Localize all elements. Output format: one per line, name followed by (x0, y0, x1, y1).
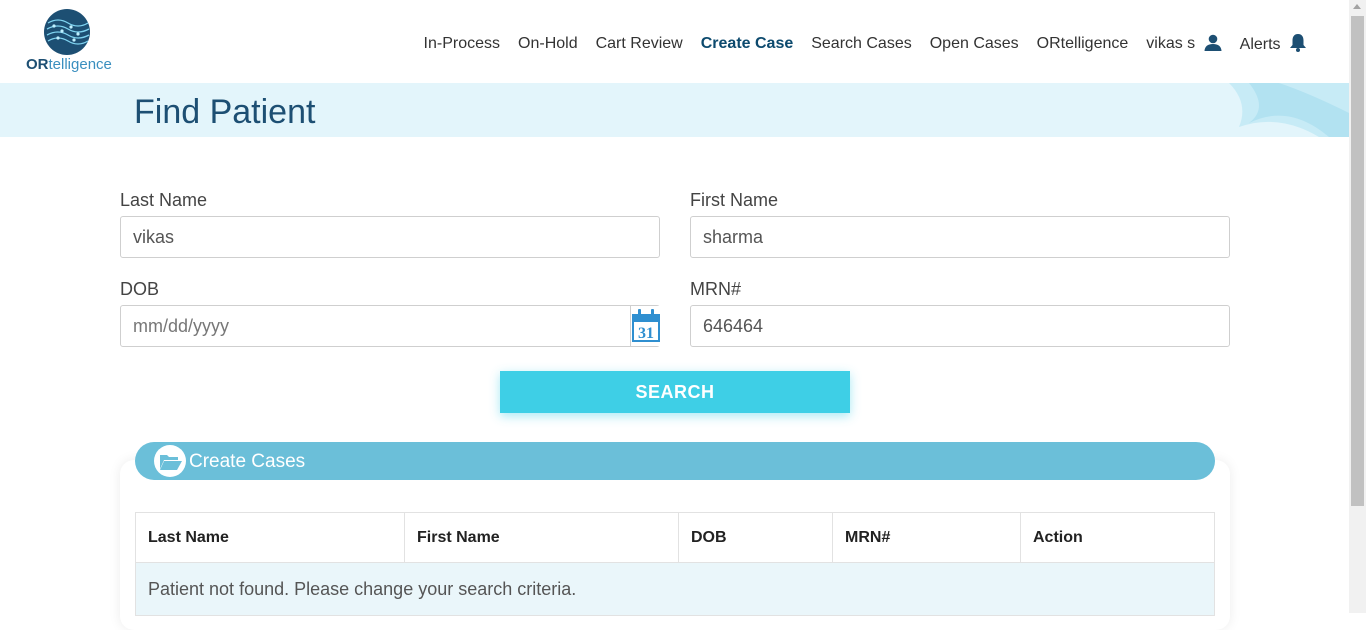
nav-cart-review[interactable]: Cart Review (596, 35, 683, 53)
search-button[interactable]: SEARCH (500, 371, 850, 413)
cases-table: Last Name First Name DOB MRN# Action Pat… (135, 512, 1215, 616)
col-action: Action (1020, 512, 1215, 563)
mrn-input[interactable]: 646464 (690, 305, 1230, 347)
nav-open-cases[interactable]: Open Cases (930, 35, 1019, 53)
create-cases-title: Create Cases (189, 451, 306, 472)
alerts-label: Alerts (1239, 36, 1281, 53)
calendar-icon: 31 (632, 309, 660, 342)
scrollbar-thumb[interactable] (1351, 16, 1364, 506)
user-menu[interactable]: vikas s (1146, 34, 1222, 53)
logo-text: ORtelligence (26, 56, 112, 73)
nav-on-hold[interactable]: On-Hold (518, 35, 578, 53)
decorative-wave-icon (1229, 83, 1349, 137)
nav-ortelligence[interactable]: ORtelligence (1037, 35, 1129, 53)
dob-label: DOB (120, 279, 160, 299)
ortelligence-logo[interactable]: ORtelligence (26, 9, 112, 75)
top-header: ORtelligence In-Process On-Hold Cart Rev… (0, 0, 1349, 83)
bell-icon (1290, 34, 1306, 52)
folder-open-icon (154, 445, 186, 477)
create-cases-header: Create Cases (135, 442, 1215, 480)
mrn-label: MRN# (690, 279, 742, 299)
svg-text:31: 31 (638, 325, 654, 342)
col-dob[interactable]: DOB (678, 512, 833, 563)
user-name: vikas s (1146, 35, 1196, 52)
col-mrn[interactable]: MRN# (832, 512, 1021, 563)
col-last-name[interactable]: Last Name (135, 512, 405, 563)
scroll-up-icon[interactable] (1353, 4, 1361, 9)
table-row: Patient not found. Please change your se… (135, 562, 1215, 616)
dob-input[interactable]: mm/dd/yyyy (120, 305, 660, 347)
table-header-row: Last Name First Name DOB MRN# Action (135, 512, 1215, 563)
logo-mark-icon (44, 9, 90, 55)
empty-message: Patient not found. Please change your se… (135, 562, 1215, 616)
last-name-label: Last Name (120, 190, 208, 210)
page-title: Find Patient (134, 93, 316, 131)
main-nav: In-Process On-Hold Cart Review Create Ca… (424, 33, 1307, 54)
alerts-menu[interactable]: Alerts (1240, 33, 1307, 54)
calendar-button[interactable]: 31 (630, 306, 661, 346)
first-name-input[interactable]: sharma (690, 216, 1230, 258)
nav-search-cases[interactable]: Search Cases (811, 35, 912, 53)
first-name-label: First Name (690, 190, 779, 210)
col-first-name[interactable]: First Name (404, 512, 679, 563)
page-scrollbar[interactable] (1349, 0, 1366, 613)
page-title-band: Find Patient (0, 83, 1349, 137)
nav-create-case[interactable]: Create Case (701, 35, 794, 53)
last-name-input[interactable]: vikas (120, 216, 660, 258)
user-icon (1204, 34, 1222, 51)
nav-in-process[interactable]: In-Process (424, 35, 500, 53)
